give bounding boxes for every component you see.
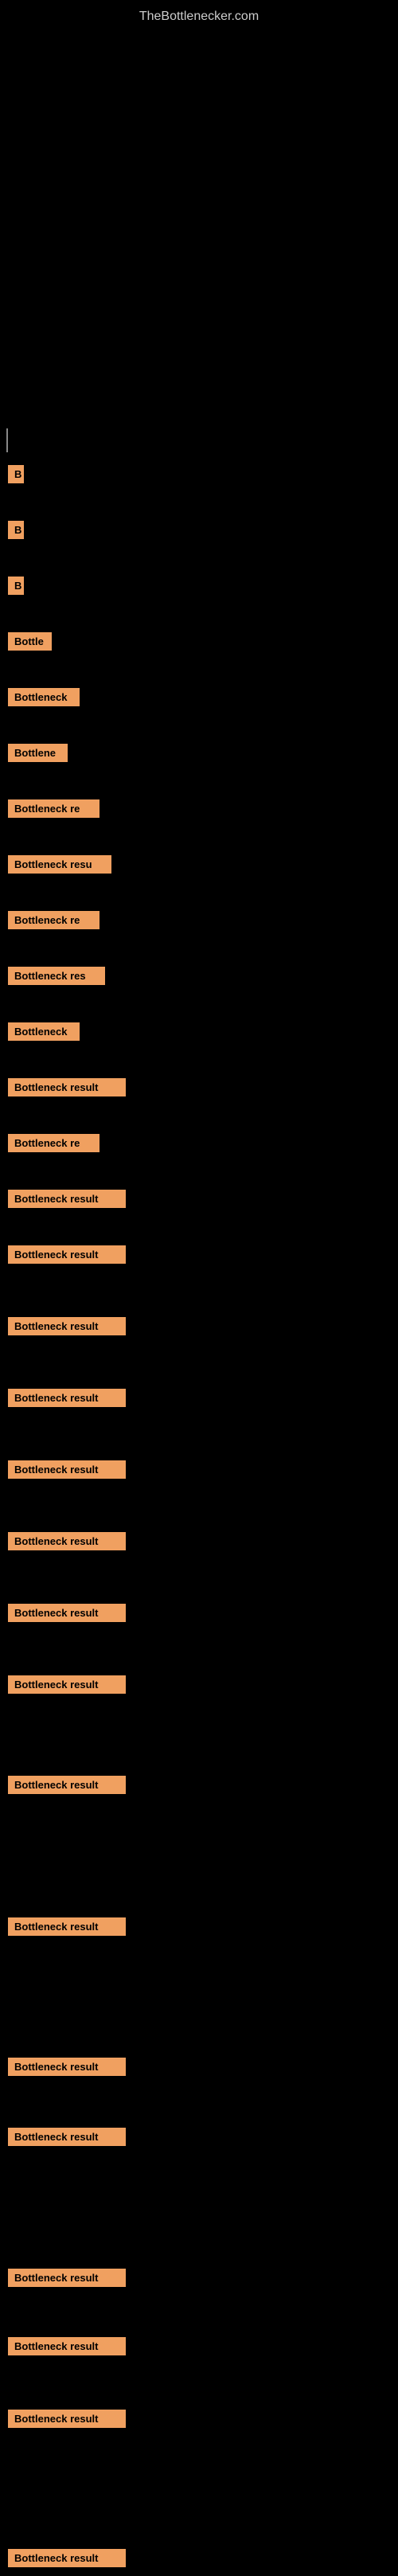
bottleneck-result-label: Bottleneck result [8,2549,126,2567]
bottleneck-result-label: Bottleneck result [8,2337,126,2355]
bottleneck-bar-row: Bottleneck result [0,2053,398,2085]
bottleneck-result-label: Bottleneck [8,688,80,706]
bottleneck-result-label: Bottleneck result [8,1776,126,1794]
bottleneck-bar-row: Bottleneck re [0,906,398,938]
bottleneck-result-label: Bottleneck result [8,1245,126,1264]
bottleneck-result-label: Bottleneck resu [8,855,111,874]
bottleneck-result-label: B [8,465,24,483]
bottleneck-bar-row: Bottleneck re [0,1129,398,1161]
bottleneck-result-label: Bottleneck re [8,911,100,929]
bottleneck-bar-row: Bottleneck result [0,1241,398,1272]
bottleneck-bar-row: Bottleneck result [0,1384,398,1416]
bottleneck-result-label: Bottleneck result [8,2058,126,2076]
site-title: TheBottlenecker.com [0,0,398,30]
bottleneck-bar-row: Bottleneck result [0,1527,398,1559]
bottleneck-result-label: Bottle [8,632,52,651]
bottleneck-result-label: Bottleneck result [8,1317,126,1335]
bottleneck-bar-row: Bottlene [0,739,398,771]
bottleneck-result-label: Bottleneck result [8,1675,126,1694]
bottleneck-bar-row: Bottleneck [0,683,398,715]
bottleneck-result-label: Bottleneck res [8,967,105,985]
bottleneck-bar-row: Bottle [0,627,398,659]
bottleneck-result-label: Bottleneck result [8,1190,126,1208]
bottleneck-result-label: Bottleneck result [8,1604,126,1622]
bottleneck-bar-row: Bottleneck result [0,2264,398,2296]
bottleneck-result-label: B [8,577,24,595]
bottleneck-bar-row: Bottleneck result [0,2544,398,2576]
bottleneck-result-label: Bottleneck result [8,2128,126,2146]
bottleneck-result-label: Bottlene [8,744,68,762]
bottleneck-bar-row: Bottleneck resu [0,850,398,882]
cursor-indicator [6,428,8,452]
bottleneck-bar-row: Bottleneck result [0,1599,398,1631]
bottleneck-bar-row: B [0,572,398,604]
bottleneck-bar-row: B [0,516,398,548]
bottleneck-bar-row: Bottleneck result [0,1456,398,1487]
bottleneck-bar-row: Bottleneck result [0,1771,398,1803]
bottleneck-result-label: Bottleneck re [8,1134,100,1152]
bottleneck-bar-row: Bottleneck result [0,2332,398,2364]
bottleneck-result-label: Bottleneck result [8,2410,126,2428]
bottleneck-bar-row: Bottleneck result [0,1073,398,1105]
bottleneck-result-label: Bottleneck result [8,1389,126,1407]
bottleneck-result-label: Bottleneck result [8,2269,126,2287]
bottleneck-bar-row: Bottleneck result [0,1913,398,1945]
bottleneck-bar-row: Bottleneck result [0,2405,398,2437]
bottleneck-result-label: B [8,521,24,539]
bottleneck-result-label: Bottleneck result [8,1078,126,1096]
bottleneck-bar-row: Bottleneck re [0,795,398,827]
bottleneck-bar-row: Bottleneck result [0,1185,398,1217]
bottleneck-bar-row: Bottleneck result [0,1312,398,1344]
bottleneck-result-label: Bottleneck result [8,1460,126,1479]
bottleneck-bar-row: Bottleneck [0,1018,398,1050]
bottleneck-bar-row: Bottleneck res [0,962,398,994]
bottleneck-result-label: Bottleneck result [8,1917,126,1936]
bottleneck-result-label: Bottleneck result [8,1532,126,1550]
bottleneck-bar-row: Bottleneck result [0,2123,398,2155]
bottleneck-result-label: Bottleneck re [8,799,100,818]
bottleneck-bar-row: B [0,460,398,492]
bottleneck-result-label: Bottleneck [8,1022,80,1041]
bottleneck-bar-row: Bottleneck result [0,1671,398,1702]
